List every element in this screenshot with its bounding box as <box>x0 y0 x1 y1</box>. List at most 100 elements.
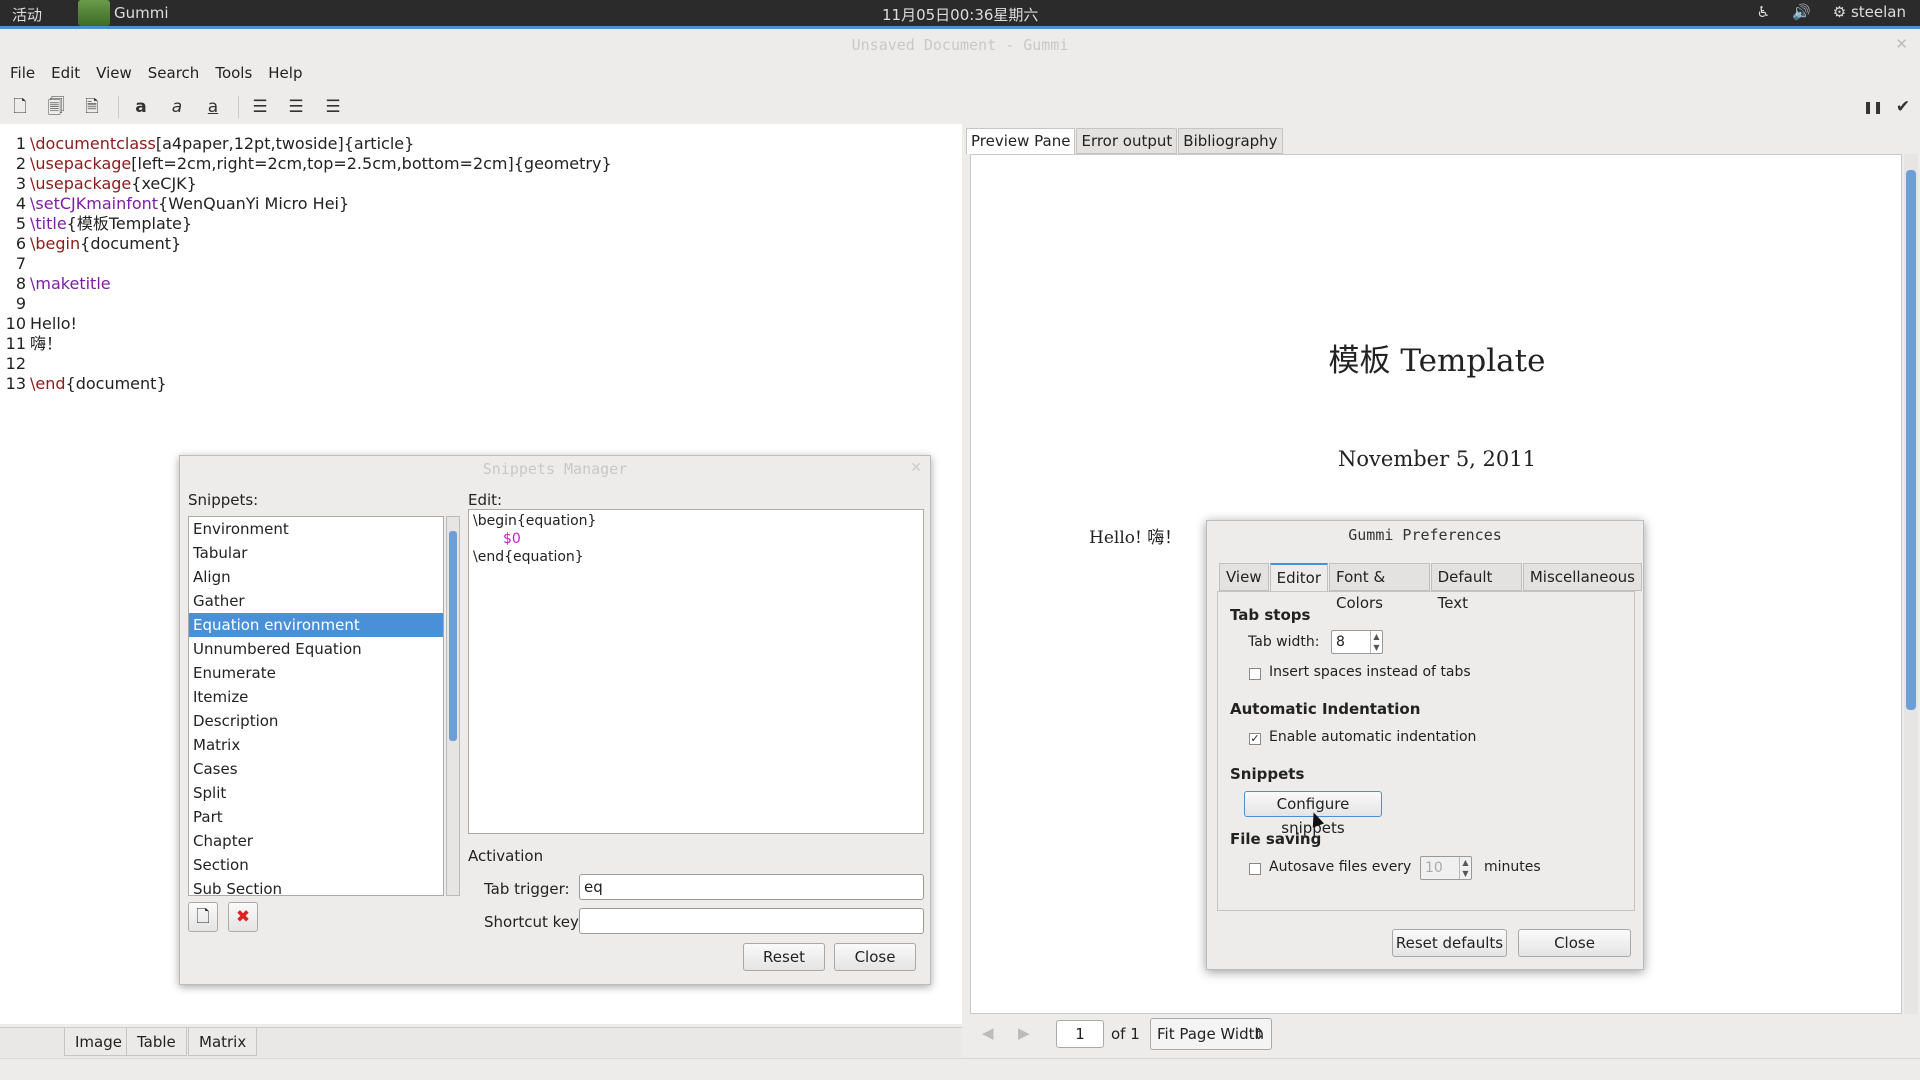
tab-width-spinner[interactable]: 8 ▲ ▼ <box>1331 630 1383 654</box>
menu-edit[interactable]: Edit <box>49 62 88 84</box>
shortcut-key-input[interactable] <box>579 908 924 934</box>
tab-bibliography[interactable]: Bibliography <box>1178 128 1283 154</box>
editor-line[interactable]: 2 \usepackage[left=2cm,right=2cm,top=2.5c… <box>0 154 612 174</box>
status-bar <box>0 1058 1920 1080</box>
italic-icon[interactable]: a <box>164 94 190 120</box>
snippet-list-item[interactable]: Itemize <box>189 685 443 709</box>
snippet-list-item[interactable]: Chapter <box>189 829 443 853</box>
user-menu[interactable]: ⚙ steelan <box>1833 3 1906 21</box>
close-button[interactable]: Close <box>834 943 916 971</box>
zoom-value: Fit Page Width <box>1157 1025 1265 1043</box>
line-number: 1 <box>15 134 26 153</box>
snippets-label: Snippets: <box>188 491 259 509</box>
snippet-list-item[interactable]: Environment <box>189 517 443 541</box>
latex-text: {document} <box>80 234 182 253</box>
snippet-list-item[interactable]: Matrix <box>189 733 443 757</box>
scrollbar-thumb[interactable] <box>1906 170 1916 710</box>
autosave-minutes-spinner[interactable]: 10 ▲ ▼ <box>1420 856 1472 880</box>
align-left-icon[interactable]: ☰ <box>247 94 273 120</box>
open-document-icon[interactable]: 🗐 <box>43 94 69 120</box>
save-document-icon[interactable]: 🗎 <box>79 94 105 120</box>
snippet-edit-area[interactable]: \begin{equation} $0 \end{equation} <box>468 509 924 834</box>
snippets-scrollbar[interactable] <box>446 516 460 896</box>
editor-line[interactable]: 10 Hello! <box>0 314 77 334</box>
preview-scrollbar[interactable] <box>1904 154 1918 1014</box>
editor-settings-panel: Tab stops Tab width: 8 ▲ ▼ Insert spaces i… <box>1217 591 1635 911</box>
align-center-icon[interactable]: ☰ <box>283 94 309 120</box>
menu-help[interactable]: Help <box>266 62 310 84</box>
insert-spaces-checkbox[interactable] <box>1249 668 1261 680</box>
clock[interactable]: 11月05日00:36星期六 <box>882 4 1038 25</box>
compile-status-icon[interactable]: ✔ <box>1890 94 1916 120</box>
editor-line[interactable]: 4 \setCJKmainfont{WenQuanYi Micro Hei} <box>0 194 349 214</box>
editor-line[interactable]: 5 \title{模板Template} <box>0 214 192 234</box>
snippet-list-item[interactable]: Equation environment <box>189 613 443 637</box>
snippet-list-item[interactable]: Section <box>189 853 443 877</box>
latex-text: {WenQuanYi Micro Hei} <box>158 194 350 213</box>
reset-defaults-button[interactable]: Reset defaults <box>1392 929 1507 957</box>
prev-page-icon[interactable]: ◀ <box>982 1024 994 1042</box>
tab-default-text[interactable]: Default Text <box>1430 563 1522 612</box>
zoom-select[interactable]: Fit Page Width ⇕ <box>1150 1018 1272 1050</box>
snippet-list-item[interactable]: Cases <box>189 757 443 781</box>
editor-line[interactable]: 13 \end{document} <box>0 374 167 394</box>
accessibility-icon[interactable]: ♿ <box>1757 3 1770 21</box>
tab-preview-pane[interactable]: Preview Pane <box>966 128 1076 154</box>
editor-line[interactable]: 1 \documentclass[a4paper,12pt,twoside]{ar… <box>0 134 414 154</box>
tab-image[interactable]: Image <box>64 1028 133 1056</box>
editor-line[interactable]: 9 <box>0 294 30 314</box>
tab-miscellaneous[interactable]: Miscellaneous <box>1522 563 1642 591</box>
editor-line[interactable]: 7 <box>0 254 30 274</box>
window-close-icon[interactable]: ✕ <box>1895 35 1908 53</box>
pause-icon[interactable]: ❚❚ <box>1860 94 1886 120</box>
menu-file[interactable]: File <box>8 62 43 84</box>
snippet-list-item[interactable]: Align <box>189 565 443 589</box>
next-page-icon[interactable]: ▶ <box>1018 1024 1030 1042</box>
snippet-list-item[interactable]: Sub Section <box>189 877 443 895</box>
remove-snippet-icon[interactable]: ✖ <box>228 902 258 932</box>
tab-matrix[interactable]: Matrix <box>188 1028 258 1056</box>
tab-table[interactable]: Table <box>126 1028 187 1056</box>
spin-arrows-icon[interactable]: ▲ ▼ <box>1370 631 1382 653</box>
snippet-list-item[interactable]: Unnumbered Equation <box>189 637 443 661</box>
auto-indent-checkbox[interactable]: ✓ <box>1249 733 1261 745</box>
menu-search[interactable]: Search <box>146 62 208 84</box>
snippet-list-item[interactable]: Gather <box>189 589 443 613</box>
activities-button[interactable]: 活动 <box>12 4 42 25</box>
tab-trigger-input[interactable]: eq <box>579 874 924 900</box>
volume-icon[interactable]: 🔊 <box>1792 3 1811 21</box>
latex-text: 嗨！ <box>30 334 63 353</box>
menu-tools[interactable]: Tools <box>213 62 260 84</box>
doc-date: November 5, 2011 <box>1338 447 1536 471</box>
underline-icon[interactable]: a <box>200 94 226 120</box>
menu-view[interactable]: View <box>94 62 140 84</box>
editor-line[interactable]: 11 嗨！ <box>0 334 62 354</box>
snippet-list-item[interactable]: Tabular <box>189 541 443 565</box>
app-name: Gummi <box>114 4 169 22</box>
editor-line[interactable]: 6 \begin{document} <box>0 234 181 254</box>
tab-font-colors[interactable]: Font & Colors <box>1329 563 1430 612</box>
snippet-list-item[interactable]: Description <box>189 709 443 733</box>
editor-line[interactable]: 12 <box>0 354 30 374</box>
snippet-list-item[interactable]: Part <box>189 805 443 829</box>
tab-view[interactable]: View <box>1219 563 1269 591</box>
autosave-checkbox[interactable] <box>1249 863 1261 875</box>
dialog-close-icon[interactable]: ✕ <box>910 460 922 476</box>
reset-button[interactable]: Reset <box>743 943 825 971</box>
tab-editor[interactable]: Editor <box>1269 563 1329 591</box>
scrollbar-thumb[interactable] <box>449 531 457 741</box>
editor-line[interactable]: 3 \usepackage{xeCJK} <box>0 174 197 194</box>
snippet-list-item[interactable]: Enumerate <box>189 661 443 685</box>
tab-error-output[interactable]: Error output <box>1076 128 1178 154</box>
snippets-list[interactable]: Environment Tabular Align Gather Equation en… <box>188 516 444 896</box>
editor-line[interactable]: 8 \maketitle <box>0 274 111 294</box>
page-number-input[interactable]: 1 <box>1056 1020 1104 1048</box>
close-button[interactable]: Close <box>1518 929 1631 957</box>
align-right-icon[interactable]: ☰ <box>320 94 346 120</box>
new-document-icon[interactable]: 🗋 <box>7 94 33 120</box>
add-snippet-icon[interactable]: 🗋 <box>188 902 218 932</box>
bold-icon[interactable]: a <box>128 94 154 120</box>
app-menu[interactable]: Gummi <box>78 0 169 26</box>
snippet-list-item[interactable]: Split <box>189 781 443 805</box>
spin-arrows-icon[interactable]: ▲ ▼ <box>1459 857 1471 879</box>
